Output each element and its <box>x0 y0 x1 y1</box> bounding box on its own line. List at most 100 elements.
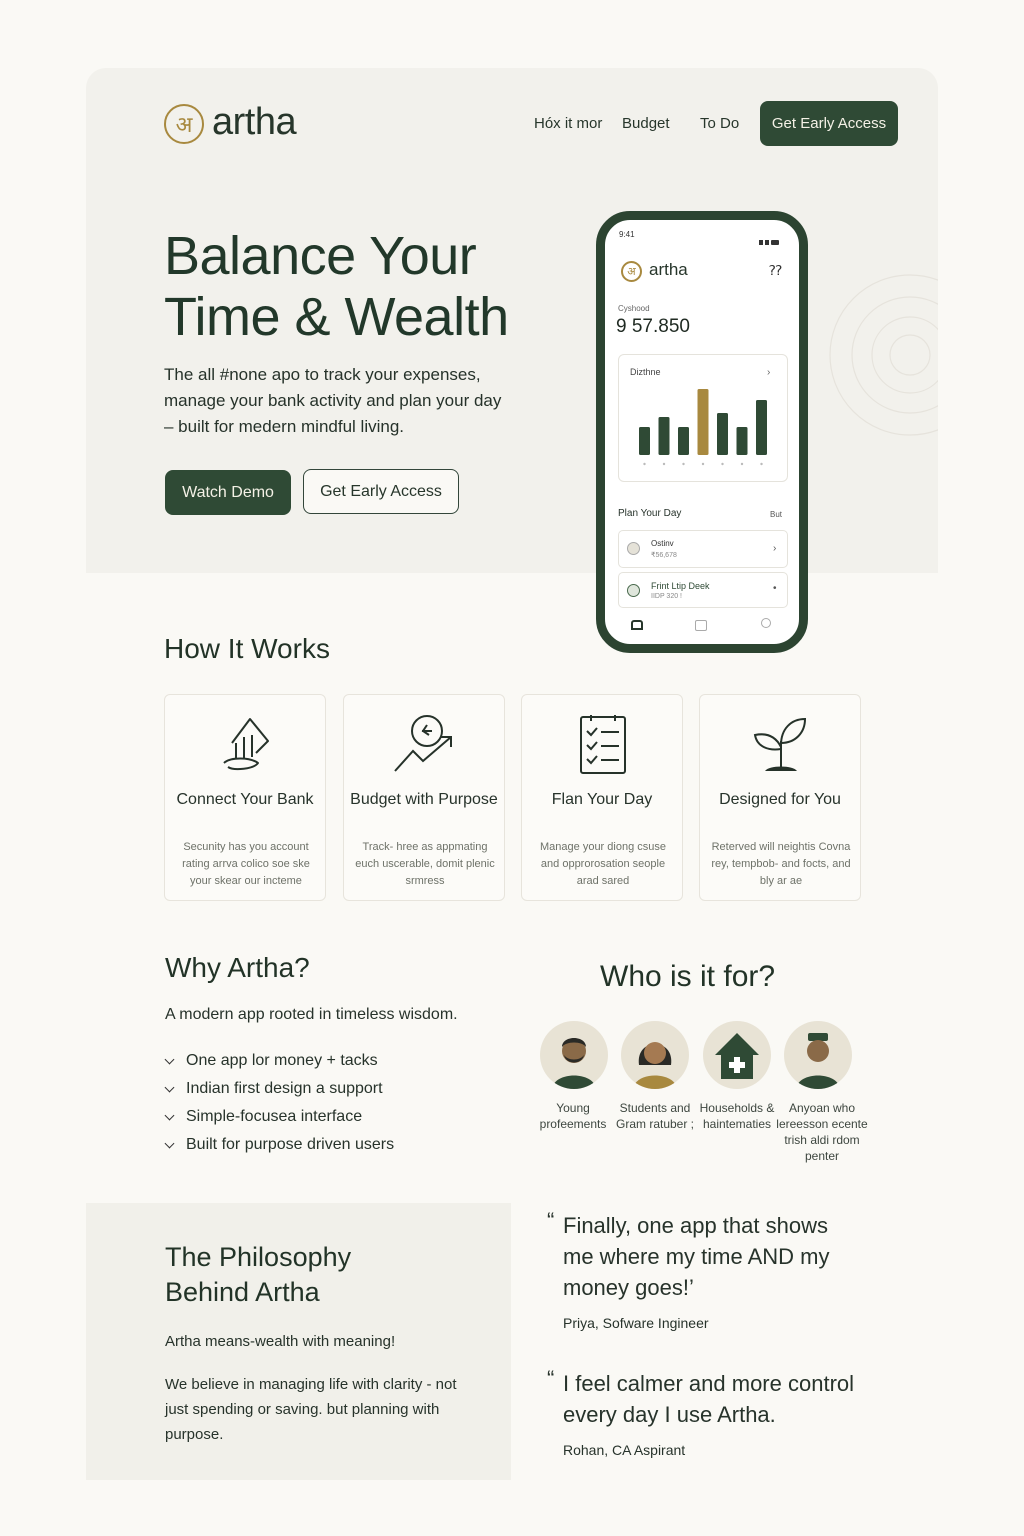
chart-bar <box>756 400 767 455</box>
logo-text[interactable]: artha <box>212 101 297 144</box>
list-item: Built for purpose driven users <box>164 1131 394 1159</box>
list-item: Indian first design a support <box>164 1075 394 1103</box>
chevron-down-icon <box>164 1082 175 1092</box>
task-sub: ₹56,678 <box>651 552 677 559</box>
feature-card-plan: Flan Your Day Manage your diong csuse an… <box>521 694 683 901</box>
feature-desc: Track- hree as appmating euch uscerable,… <box>355 841 495 887</box>
decorative-rings <box>829 274 938 436</box>
list-item-text: Built for purpose driven users <box>186 1136 395 1153</box>
who-is-it-for-title: Who is it for? <box>600 960 776 993</box>
nav-link-how-it-works[interactable]: Hóx it mor <box>534 115 602 132</box>
student-avatar <box>621 1021 689 1089</box>
how-it-works-title: How It Works <box>164 633 330 664</box>
chart-bar <box>678 427 689 455</box>
phone-status-icons <box>759 232 781 245</box>
task-item[interactable]: Frint Ltip Deek IIDP 320 ! • <box>618 572 788 608</box>
young-professional-avatar <box>540 1021 608 1089</box>
feature-title: Flan Your Day <box>551 791 653 808</box>
why-artha-list: One app lor money + tacks Indian first d… <box>164 1047 394 1159</box>
testimonial-author: Rohan, CA Aspirant <box>563 1442 686 1458</box>
task-item[interactable]: Ostinv ₹56,678 › <box>618 530 788 568</box>
feature-card-bank: Connect Your Bank Secunity has you accou… <box>164 694 326 901</box>
task-icon <box>627 584 640 597</box>
testimonial-quote: I feel calmer and more control every day… <box>563 1371 855 1427</box>
task-chevron-icon: › <box>773 543 777 554</box>
hero-title: Balance Your Time & Wealth <box>164 226 509 348</box>
hero-title-line2: Time & Wealth <box>164 287 509 347</box>
chart-bar <box>639 427 650 455</box>
quote-icon: “ <box>547 1366 555 1391</box>
philosophy-tagline: Artha means-wealth with meaning! <box>165 1333 396 1350</box>
philosophy-body: We believe in managing life with clarity… <box>165 1376 457 1443</box>
feature-title: Budget with Purpose <box>350 791 498 808</box>
calendar-tab-icon[interactable] <box>695 620 707 631</box>
feature-title: Connect Your Bank <box>176 791 314 808</box>
quote-icon: “ <box>547 1208 555 1233</box>
plan-title: Plan Your Day <box>618 508 682 519</box>
help-icon[interactable]: ⁇ <box>769 262 782 279</box>
chart-bar <box>658 417 670 455</box>
chart-tick <box>662 462 666 466</box>
task-dot-icon: • <box>773 583 777 594</box>
why-artha-subtitle: A modern app rooted in timeless wisdom. <box>165 1006 458 1023</box>
home-tab-icon[interactable] <box>631 620 643 630</box>
hero-early-access-button[interactable]: Get Early Access <box>303 469 459 514</box>
nav-link-budget[interactable]: Budget <box>622 115 670 132</box>
testimonial-quote: Finally, one app that shows me where my … <box>563 1213 830 1300</box>
nav-early-access-button[interactable]: Get Early Access <box>760 101 898 146</box>
chart-bar <box>717 413 728 455</box>
audience-label: Students and Gram ratuber ; <box>615 1101 695 1131</box>
chart-tick <box>643 462 646 466</box>
phone-logo-icon: अ <box>621 261 642 282</box>
profile-tab-icon[interactable] <box>761 618 771 628</box>
feature-title: Designed for You <box>719 791 841 808</box>
task-icon <box>627 542 640 555</box>
chart-tick <box>740 462 744 466</box>
person-avatar <box>784 1021 852 1089</box>
feature-card-budget: Budget with Purpose Track- hree as appma… <box>343 694 505 901</box>
phone-status-time: 9:41 <box>619 230 635 239</box>
chart-tick <box>701 462 705 466</box>
list-item-text: Indian first design a support <box>186 1080 383 1097</box>
sprout-icon <box>753 717 807 771</box>
audience-label: Households & haintematies <box>699 1101 775 1131</box>
hero-title-line1: Balance Your <box>164 226 477 286</box>
chart-tick <box>682 462 685 466</box>
list-item-text: One app lor money + tacks <box>186 1052 378 1069</box>
chevron-down-icon <box>164 1138 175 1148</box>
philosophy-title-line1: The Philosophy <box>165 1242 352 1272</box>
chevron-down-icon <box>164 1054 175 1064</box>
checklist-icon <box>580 715 626 774</box>
task-sub: IIDP 320 ! <box>651 593 683 600</box>
chart-bar <box>736 427 748 455</box>
feature-card-designed: Designed for You Reterved will neightis … <box>699 694 861 901</box>
task-title: Ostinv <box>651 539 674 548</box>
spending-chart-card[interactable]: Dizthne › <box>618 354 788 482</box>
house-icon <box>703 1021 771 1089</box>
feature-desc: Secunity has you account rating arrva co… <box>182 841 310 887</box>
philosophy-title-line2: Behind Artha <box>165 1277 320 1307</box>
hero-subtitle: The all #none apo to track your expenses… <box>164 365 502 436</box>
watch-demo-button[interactable]: Watch Demo <box>165 470 291 515</box>
list-item: One app lor money + tacks <box>164 1047 394 1075</box>
philosophy-title: The Philosophy Behind Artha <box>165 1240 351 1310</box>
list-item: Simple-focusea interface <box>164 1103 394 1131</box>
budget-growth-icon <box>394 715 452 772</box>
spending-chart <box>639 389 767 466</box>
chart-tick <box>760 462 763 466</box>
chevron-down-icon <box>164 1110 175 1120</box>
balance-label: Cyshood <box>618 304 650 313</box>
plan-link[interactable]: But <box>770 510 782 519</box>
bank-icon <box>223 718 269 771</box>
task-title: Frint Ltip Deek <box>651 581 710 591</box>
nav-link-todo[interactable]: To Do <box>700 115 739 132</box>
logo-glyph: अ <box>175 113 193 138</box>
why-artha-title: Why Artha? <box>165 952 310 983</box>
audience-label: Young profeements <box>539 1101 607 1131</box>
chart-bar <box>697 389 709 455</box>
logo-icon[interactable]: अ <box>164 104 204 144</box>
list-item-text: Simple-focusea interface <box>186 1108 363 1125</box>
balance-value: 9 57.850 <box>616 316 690 337</box>
testimonial-author: Priya, Sofware Ingineer <box>563 1315 709 1331</box>
phone-app-name: artha <box>649 260 688 279</box>
